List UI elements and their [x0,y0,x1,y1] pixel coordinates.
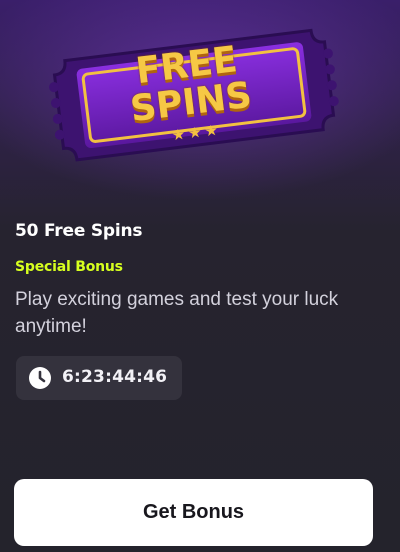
clock-icon [29,367,51,389]
countdown-value: 6:23:44:46 [62,367,168,387]
star-icon: ★ [170,124,187,145]
offer-category: Special Bonus [15,259,123,275]
star-icon: ★ [203,120,219,141]
offer-title: 50 Free Spins [15,221,143,241]
countdown-timer: 6:23:44:46 [16,356,182,400]
bonus-card: FREE SPINS ★★★ 50 Free Spins Special Bon… [0,0,400,552]
star-icon: ★ [187,122,203,143]
offer-description: Play exciting games and test your luck a… [15,289,339,337]
get-bonus-button[interactable]: Get Bonus [14,479,373,546]
